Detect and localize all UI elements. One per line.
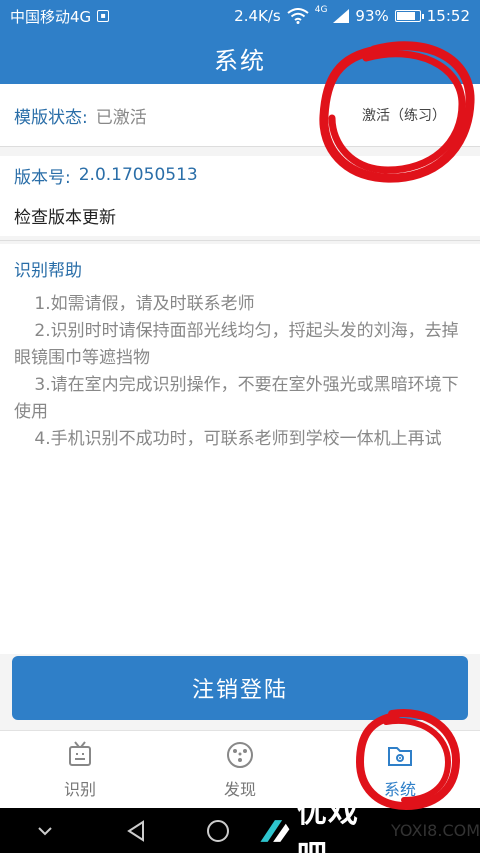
brand-url: YOXI8.COM: [391, 821, 480, 840]
nav-back-button[interactable]: [91, 819, 182, 842]
tv-icon: [69, 740, 91, 766]
signal-icon: [333, 9, 350, 23]
carrier-text: 中国移动4G: [10, 7, 92, 26]
version-row: 版本号: 2.0.17050513: [0, 156, 480, 194]
help-title: 识别帮助: [14, 261, 82, 281]
template-status-value: 已激活: [95, 107, 147, 128]
activate-practice-button[interactable]: 激活（练习）: [362, 105, 469, 125]
wifi-icon: [287, 8, 309, 24]
status-bar: 中国移动4G ▪ 2.4K/s 4G 93% 15:52: [0, 0, 480, 32]
version-value: 2.0.17050513: [78, 165, 198, 185]
home-circle-icon: [207, 819, 230, 842]
back-triangle-icon: [127, 819, 145, 842]
brand-logo-icon: [260, 819, 290, 842]
sim-icon: ▪: [97, 10, 110, 22]
battery-icon: [394, 10, 424, 22]
help-section: 识别帮助 1.如需请假，请及时联系老师 2.识别时时请保持面部光线均匀，捋起头发…: [0, 244, 480, 654]
template-status-row: 模版状态: 已激活 激活（练习）: [0, 84, 480, 146]
help-item: 1.如需请假，请及时联系老师: [34, 294, 255, 314]
battery-percent: 93%: [355, 7, 389, 25]
help-item: 2.识别时时请保持面部光线均匀，捋起头发的刘海，去掉眼镜围巾等遮挡物: [14, 321, 459, 368]
help-item: 3.请在室内完成识别操作，不要在室外强光或黑暗环境下使用: [14, 375, 459, 422]
nav-home-button[interactable]: [182, 819, 255, 843]
page-title: 系统: [214, 46, 266, 75]
divider: [0, 240, 480, 241]
network-type: 4G: [314, 5, 328, 15]
app-bar: 系统: [0, 32, 480, 84]
watermark: 优戏吧: [255, 787, 381, 853]
template-status-label: 模版状态:: [14, 107, 88, 128]
tab-recognize[interactable]: 识别: [0, 731, 160, 808]
chevron-down-icon: [38, 826, 53, 835]
activate-practice-label: 激活（练习）: [362, 108, 446, 124]
check-update-label: 检查版本更新: [14, 207, 116, 228]
compass-icon: [227, 741, 253, 768]
chevron-right-icon: [453, 107, 469, 123]
nav-collapse-button[interactable]: [0, 826, 91, 836]
help-item: 4.手机识别不成功时，可联系老师到学校一体机上再试: [34, 429, 442, 449]
version-label: 版本号:: [14, 167, 71, 188]
tab-label: 识别: [63, 779, 96, 799]
brand-name: 优戏吧: [296, 794, 359, 853]
check-update-button[interactable]: 检查版本更新: [0, 194, 480, 236]
tab-label: 发现: [223, 779, 256, 799]
tab-label: 系统: [383, 779, 416, 799]
network-speed: 2.4K/s: [234, 7, 281, 25]
divider: [0, 146, 480, 147]
logout-label: 注销登陆: [191, 678, 288, 703]
folder-gear-icon: [388, 746, 412, 766]
bottom-tab-bar: 识别 发现 系统: [0, 730, 480, 808]
system-nav-bar: 优戏吧 YOXI8.COM: [0, 795, 480, 853]
clock: 15:52: [426, 7, 470, 25]
logout-button[interactable]: 注销登陆: [12, 656, 468, 720]
